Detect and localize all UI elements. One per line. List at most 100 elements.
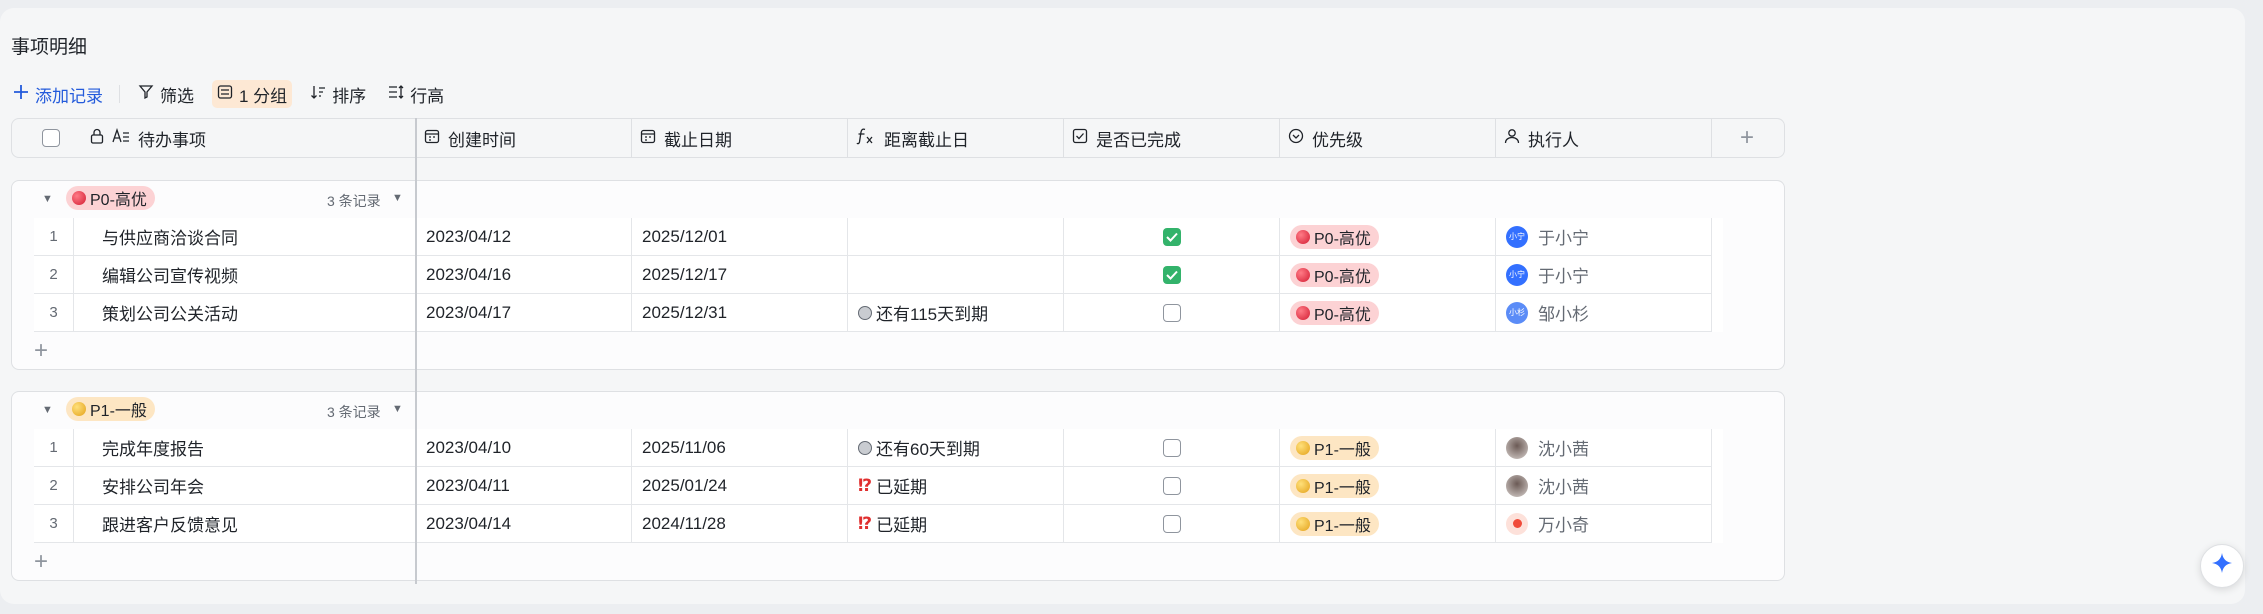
cell-priority[interactable]: P0-高优 [1280,294,1496,332]
cell-task[interactable]: 完成年度报告 [74,429,416,467]
header-created[interactable]: 创建时间 [416,119,632,157]
cell-created[interactable]: 2023/04/11 [416,467,632,505]
done-checkbox[interactable] [1162,265,1181,284]
cell-remaining[interactable]: 还有115天到期 [848,294,1064,332]
red-dot-icon [1296,229,1310,244]
cell-owner[interactable]: 万小奇 [1496,505,1712,543]
cell-remaining[interactable] [848,256,1064,294]
cell-done[interactable] [1064,294,1280,332]
toolbar: 添加记录 筛选 1 分组 排序 行高 [11,80,462,108]
group-header[interactable]: ▼ P0-高优 3 条记录 ▼ [12,181,1784,218]
page-title: 事项明细 [11,37,88,58]
cell-created[interactable]: 2023/04/14 [416,505,632,543]
cell-done[interactable] [1064,505,1280,543]
group-menu-caret-icon[interactable]: ▼ [392,403,403,415]
priority-label: P0-高优 [1314,268,1371,286]
cell-owner[interactable]: 沈小茜 [1496,467,1712,505]
owner-name: 沈小茜 [1538,478,1589,497]
group-button[interactable]: 1 分组 [212,80,293,108]
cell-created[interactable]: 2023/04/10 [416,429,632,467]
add-row-button[interactable]: + [34,548,48,576]
done-checkbox[interactable] [1162,227,1181,246]
row-height-button[interactable]: 行高 [384,80,448,108]
row-height-label: 行高 [410,86,445,106]
table-row[interactable]: 1 与供应商洽谈合同 2023/04/12 2025/12/01 P0-高优 小… [34,218,1723,256]
header-remaining[interactable]: 距离截止日 [848,119,1064,157]
ai-assistant-button[interactable] [2200,544,2244,588]
sort-button[interactable]: 排序 [306,80,370,108]
table-row[interactable]: 1 完成年度报告 2023/04/10 2025/11/06 还有60天到期 P… [34,429,1723,467]
done-checkbox[interactable] [1162,438,1181,457]
cell-task[interactable]: 编辑公司宣传视频 [74,256,416,294]
cell-priority[interactable]: P1-一般 [1280,429,1496,467]
cell-remaining[interactable] [848,218,1064,256]
cell-owner[interactable]: 小杉 邹小杉 [1496,294,1712,332]
frozen-column-divider[interactable] [415,118,417,584]
red-dot-icon [1296,305,1310,320]
cell-deadline[interactable]: 2025/12/17 [632,256,848,294]
cell-priority[interactable]: P1-一般 [1280,467,1496,505]
cell-deadline[interactable]: 2025/12/01 [632,218,848,256]
table-row[interactable]: 2 安排公司年会 2023/04/11 2025/01/24 ⁉ 已延期 P1-一… [34,467,1723,505]
cell-created[interactable]: 2023/04/12 [416,218,632,256]
header-priority[interactable]: 优先级 [1280,119,1496,157]
filter-button[interactable]: 筛选 [134,80,198,108]
clock-icon [858,305,872,320]
cell-done[interactable] [1064,218,1280,256]
cell-task[interactable]: 跟进客户反馈意见 [74,505,416,543]
cell-priority[interactable]: P0-高优 [1280,256,1496,294]
header-owner-label: 执行人 [1528,130,1579,150]
cell-priority[interactable]: P1-一般 [1280,505,1496,543]
cell-remaining[interactable]: 还有60天到期 [848,429,1064,467]
cell-task[interactable]: 与供应商洽谈合同 [74,218,416,256]
cell-task[interactable]: 安排公司年会 [74,467,416,505]
header-deadline[interactable]: 截止日期 [632,119,848,157]
cell-done[interactable] [1064,429,1280,467]
cell-created[interactable]: 2023/04/16 [416,256,632,294]
avatar [1506,436,1528,459]
done-checkbox[interactable] [1162,303,1181,322]
add-record-button[interactable]: 添加记录 [11,80,107,108]
owner-name: 邹小杉 [1538,305,1589,324]
header-task[interactable]: 待办事项 [12,119,416,157]
header-done[interactable]: 是否已完成 [1064,119,1280,157]
group-menu-caret-icon[interactable]: ▼ [392,192,403,204]
done-checkbox[interactable] [1162,514,1181,533]
cell-owner[interactable]: 沈小茜 [1496,429,1712,467]
add-row-button[interactable]: + [34,337,48,365]
header-owner[interactable]: 执行人 [1496,119,1712,157]
group-header[interactable]: ▼ P1-一般 3 条记录 ▼ [12,392,1784,429]
cell-deadline[interactable]: 2025/01/24 [632,467,848,505]
select-all-checkbox[interactable] [42,129,60,147]
priority-tag: P0-高优 [1290,224,1379,249]
priority-label: P1-一般 [1314,479,1371,497]
cell-priority[interactable]: P0-高优 [1280,218,1496,256]
cell-task[interactable]: 策划公司公关活动 [74,294,416,332]
cell-deadline[interactable]: 2024/11/28 [632,505,848,543]
avatar [1506,474,1528,497]
cell-deadline[interactable]: 2025/12/31 [632,294,848,332]
cell-done[interactable] [1064,467,1280,505]
cell-remaining[interactable]: ⁉ 已延期 [848,467,1064,505]
cell-created[interactable]: 2023/04/17 [416,294,632,332]
table-row[interactable]: 2 编辑公司宣传视频 2023/04/16 2025/12/17 P0-高优 小… [34,256,1723,294]
avatar: 小宁 [1506,263,1528,286]
group-tag: P0-高优 [66,186,155,210]
cell-remaining[interactable]: ⁉ 已延期 [848,505,1064,543]
add-column-button[interactable]: + [1712,119,1782,157]
row-number: 2 [34,467,74,505]
table-row[interactable]: 3 跟进客户反馈意见 2023/04/14 2024/11/28 ⁉ 已延期 P1… [34,505,1723,543]
cell-owner[interactable]: 小宁 于小宁 [1496,218,1712,256]
priority-tag: P0-高优 [1290,262,1379,287]
header-priority-label: 优先级 [1312,130,1363,150]
table-row[interactable]: 3 策划公司公关活动 2023/04/17 2025/12/31 还有115天到… [34,294,1723,332]
done-checkbox[interactable] [1162,476,1181,495]
cell-deadline[interactable]: 2025/11/06 [632,429,848,467]
cell-owner[interactable]: 小宁 于小宁 [1496,256,1712,294]
group-tag-label: P0-高优 [90,192,147,209]
group-p1: ▼ P1-一般 3 条记录 ▼ 1 完成年度报告 2023/04/10 2025… [11,391,1785,581]
collapse-caret-icon[interactable]: ▼ [42,404,53,416]
owner-name: 于小宁 [1538,267,1589,286]
cell-done[interactable] [1064,256,1280,294]
collapse-caret-icon[interactable]: ▼ [42,193,53,205]
